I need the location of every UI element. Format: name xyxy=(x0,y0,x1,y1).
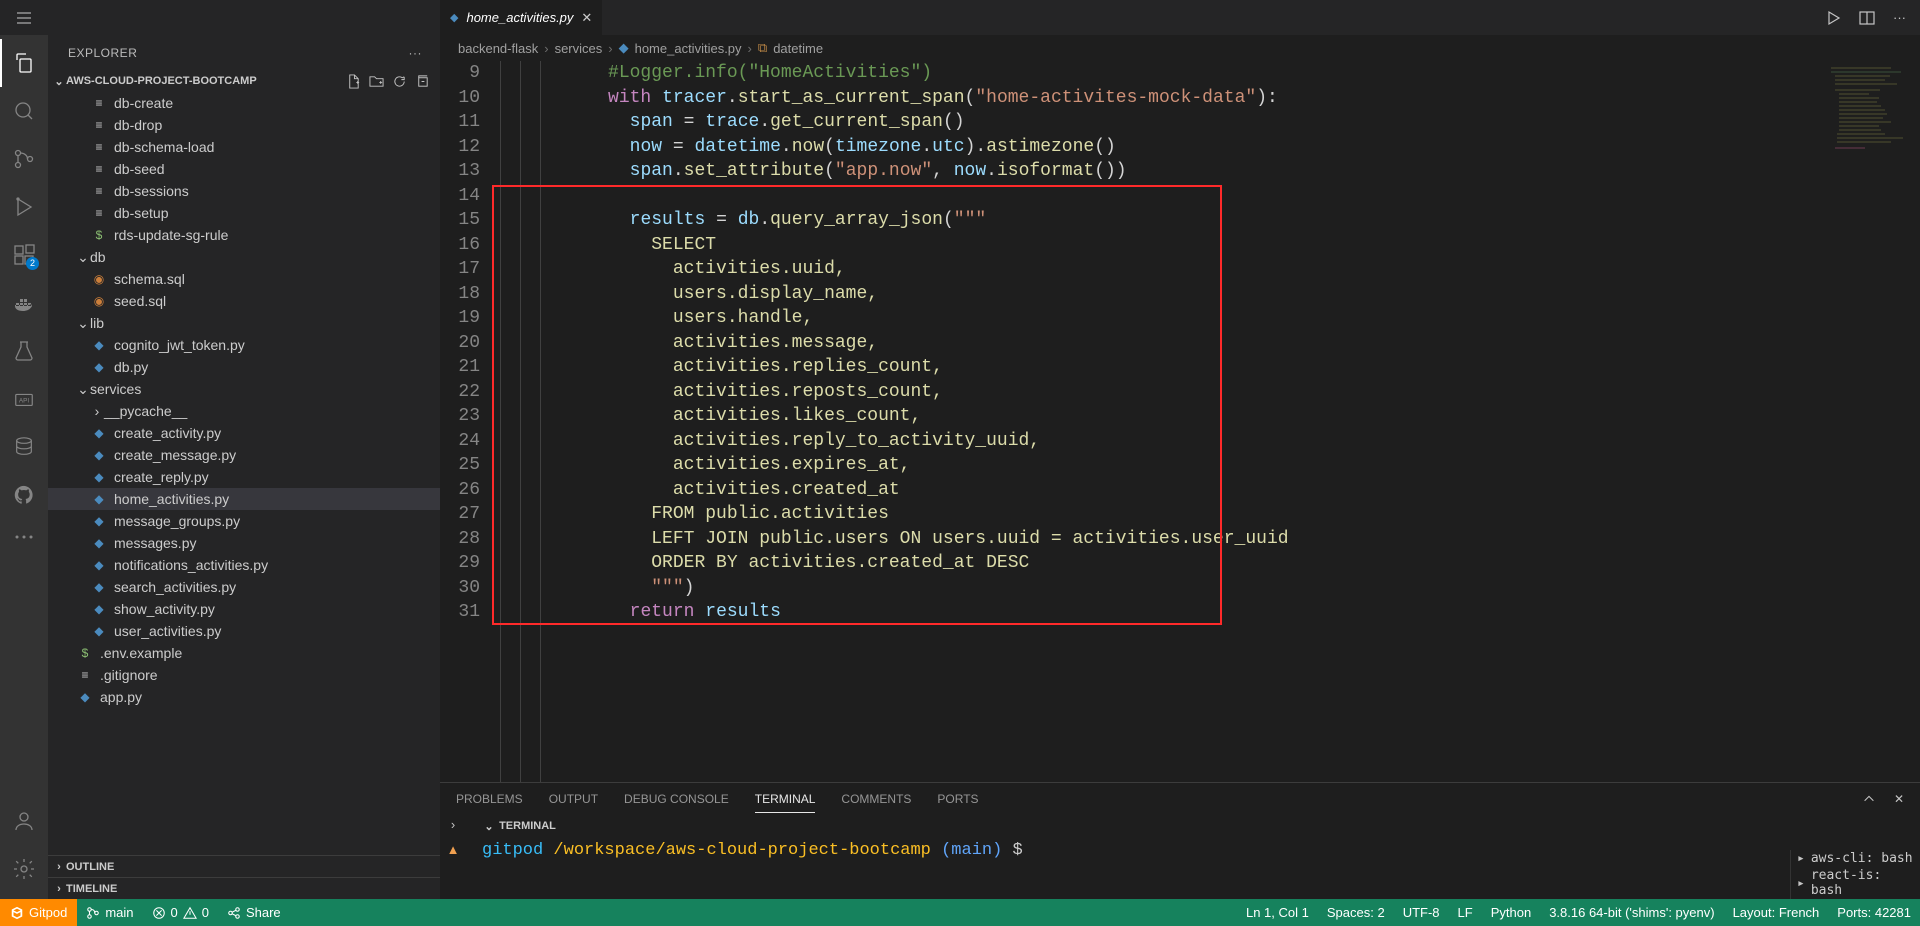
file-schema.sql[interactable]: ◉schema.sql xyxy=(48,268,440,290)
file-db[interactable]: ⌄ db xyxy=(48,246,440,268)
file-seed.sql[interactable]: ◉seed.sql xyxy=(48,290,440,312)
encoding[interactable]: UTF-8 xyxy=(1394,905,1449,920)
task-entry[interactable]: ▸react-is: bash xyxy=(1791,867,1920,899)
file-services[interactable]: ⌄ services xyxy=(48,378,440,400)
file-db-drop[interactable]: ≡db-drop xyxy=(48,114,440,136)
file-create_message.py[interactable]: ◆create_message.py xyxy=(48,444,440,466)
gitpod-button[interactable]: Gitpod xyxy=(0,899,77,926)
terminal-header[interactable]: ⌄ TERMINAL xyxy=(466,815,1920,837)
file-home_activities.py[interactable]: ◆home_activities.py xyxy=(48,488,440,510)
file-create_reply.py[interactable]: ◆create_reply.py xyxy=(48,466,440,488)
docker-icon[interactable] xyxy=(0,279,48,327)
new-folder-icon[interactable] xyxy=(369,74,384,89)
branch-indicator[interactable]: main xyxy=(77,905,142,920)
terminal-body[interactable]: gitpod /workspace/aws-cloud-project-boot… xyxy=(466,837,1920,899)
tab-home-activities[interactable]: ◆ home_activities.py ✕ xyxy=(440,0,603,35)
file-notifications_activities.py[interactable]: ◆notifications_activities.py xyxy=(48,554,440,576)
explorer-more-icon[interactable]: ··· xyxy=(409,46,423,60)
editor-tabs: ◆ home_activities.py ✕ ··· xyxy=(440,0,1920,35)
explorer-icon[interactable] xyxy=(0,39,48,87)
file-db.py[interactable]: ◆db.py xyxy=(48,356,440,378)
settings-gear-icon[interactable] xyxy=(0,845,48,893)
file-.gitignore[interactable]: ≡.gitignore xyxy=(48,664,440,686)
refresh-icon[interactable] xyxy=(392,74,407,89)
account-icon[interactable] xyxy=(0,797,48,845)
panel-tab-problems[interactable]: PROBLEMS xyxy=(456,792,523,806)
svg-text:API: API xyxy=(19,398,30,405)
python-interpreter[interactable]: 3.8.16 64-bit ('shims': pyenv) xyxy=(1540,905,1723,920)
run-icon[interactable] xyxy=(1825,10,1841,26)
file-db-schema-load[interactable]: ≡db-schema-load xyxy=(48,136,440,158)
project-section-header[interactable]: ⌄ AWS-CLOUD-PROJECT-BOOTCAMP xyxy=(48,70,440,92)
eol[interactable]: LF xyxy=(1449,905,1482,920)
problems-indicator[interactable]: 0 0 xyxy=(143,905,218,920)
file-rds-update-sg-rule[interactable]: $rds-update-sg-rule xyxy=(48,224,440,246)
python-file-icon: ◆ xyxy=(450,11,458,24)
panel-tab-comments[interactable]: COMMENTS xyxy=(841,792,911,806)
file-tree[interactable]: ≡db-create≡db-drop≡db-schema-load≡db-see… xyxy=(48,92,440,855)
breadcrumb[interactable]: backend-flask› services› ◆home_activitie… xyxy=(440,35,1920,61)
panel-maximize-icon[interactable] xyxy=(1862,792,1876,806)
file-messages.py[interactable]: ◆messages.py xyxy=(48,532,440,554)
panel-tab-output[interactable]: OUTPUT xyxy=(549,792,598,806)
explorer-header: EXPLORER ··· xyxy=(48,35,440,70)
panel-close-icon[interactable]: ✕ xyxy=(1894,792,1904,806)
collapse-all-icon[interactable] xyxy=(415,74,430,89)
extensions-badge: 2 xyxy=(26,257,39,270)
file-search_activities.py[interactable]: ◆search_activities.py xyxy=(48,576,440,598)
api-icon[interactable]: API xyxy=(0,375,48,423)
task-entry[interactable]: ▸aws-cli: bash xyxy=(1791,850,1920,867)
extensions-icon[interactable]: 2 xyxy=(0,231,48,279)
language-mode[interactable]: Python xyxy=(1482,905,1540,920)
editor-area: ◆ home_activities.py ✕ ··· backend-flask… xyxy=(440,0,1920,899)
code-editor[interactable]: 9101112131415161718192021222324252627282… xyxy=(440,61,1920,782)
database-icon[interactable] xyxy=(0,423,48,471)
file-app.py[interactable]: ◆app.py xyxy=(48,686,440,708)
more-icon[interactable] xyxy=(0,519,48,555)
panel-tab-terminal[interactable]: TERMINAL xyxy=(755,786,816,813)
file-__pycache__[interactable]: › __pycache__ xyxy=(48,400,440,422)
file-message_groups.py[interactable]: ◆message_groups.py xyxy=(48,510,440,532)
panel-tab-ports[interactable]: PORTS xyxy=(937,792,978,806)
editor-more-icon[interactable]: ··· xyxy=(1893,10,1906,25)
ports[interactable]: Ports: 42281 xyxy=(1828,905,1920,920)
share-button[interactable]: Share xyxy=(218,905,290,920)
panel-tab-debug-console[interactable]: DEBUG CONSOLE xyxy=(624,792,729,806)
file-show_activity.py[interactable]: ◆show_activity.py xyxy=(48,598,440,620)
run-debug-icon[interactable] xyxy=(0,183,48,231)
terminal-chevron-icon[interactable]: › xyxy=(451,817,455,832)
file-db-create[interactable]: ≡db-create xyxy=(48,92,440,114)
close-tab-icon[interactable]: ✕ xyxy=(581,10,592,26)
explorer-sidebar: EXPLORER ··· ⌄ AWS-CLOUD-PROJECT-BOOTCAM… xyxy=(48,35,440,899)
search-icon[interactable] xyxy=(0,87,48,135)
new-file-icon[interactable] xyxy=(346,74,361,89)
outline-section[interactable]: ›OUTLINE xyxy=(48,855,440,877)
timeline-section[interactable]: ›TIMELINE xyxy=(48,877,440,899)
file-user_activities.py[interactable]: ◆user_activities.py xyxy=(48,620,440,642)
testing-icon[interactable] xyxy=(0,327,48,375)
terminal-panel: PROBLEMS OUTPUT DEBUG CONSOLE TERMINAL COMME… xyxy=(440,782,1920,899)
split-editor-icon[interactable] xyxy=(1859,10,1875,26)
file-db-setup[interactable]: ≡db-setup xyxy=(48,202,440,224)
minimap[interactable] xyxy=(1825,61,1920,626)
cursor-position[interactable]: Ln 1, Col 1 xyxy=(1237,905,1318,920)
file-cognito_jwt_token.py[interactable]: ◆cognito_jwt_token.py xyxy=(48,334,440,356)
panel-tabs[interactable]: PROBLEMS OUTPUT DEBUG CONSOLE TERMINAL COMME… xyxy=(440,783,1920,815)
status-bar: Gitpod main 0 0 Share Ln 1, Col 1 Spaces… xyxy=(0,899,1920,926)
terminal-tasks[interactable]: ▸aws-cli: bash▸react-is: bash xyxy=(1790,850,1920,899)
file-lib[interactable]: ⌄ lib xyxy=(48,312,440,334)
indentation[interactable]: Spaces: 2 xyxy=(1318,905,1394,920)
source-control-icon[interactable] xyxy=(0,135,48,183)
keyboard-layout[interactable]: Layout: French xyxy=(1724,905,1829,920)
tab-label: home_activities.py xyxy=(466,10,573,25)
file-create_activity.py[interactable]: ◆create_activity.py xyxy=(48,422,440,444)
file-db-seed[interactable]: ≡db-seed xyxy=(48,158,440,180)
activity-bar: 2 API xyxy=(0,35,48,899)
file-.env.example[interactable]: $.env.example xyxy=(48,642,440,664)
file-db-sessions[interactable]: ≡db-sessions xyxy=(48,180,440,202)
terminal-warning-icon[interactable]: ▲ xyxy=(447,842,460,857)
github-icon[interactable] xyxy=(0,471,48,519)
hamburger-menu[interactable] xyxy=(0,0,48,35)
